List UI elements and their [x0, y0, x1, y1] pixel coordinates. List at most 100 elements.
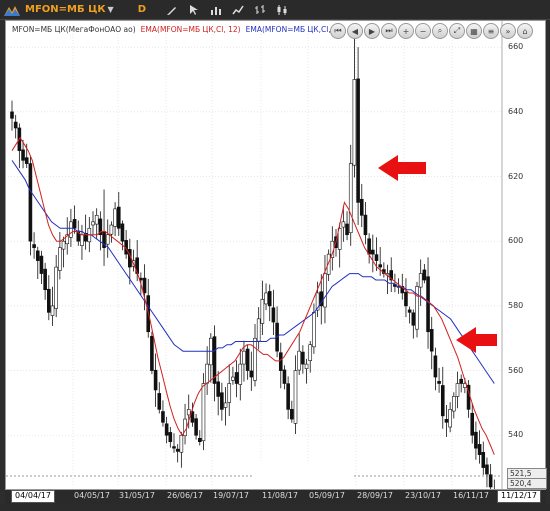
legend-ema12: EMA(MFON=МБ ЦК,Cl, 12): [140, 25, 241, 34]
prev-icon[interactable]: ◀: [347, 23, 363, 39]
candle-body: [94, 215, 99, 225]
x-tick-label: 19/07/17: [213, 491, 249, 500]
candle-body: [459, 378, 463, 384]
candle-body: [201, 383, 206, 442]
x-axis: 04/04/17 04/05/17 31/05/17 26/06/17 19/07/17…: [5, 490, 546, 504]
candle-body: [341, 221, 346, 228]
candle-body: [260, 299, 265, 324]
y-tick-label: 620: [508, 171, 524, 181]
candle-body: [80, 234, 84, 246]
x-tick-label: 11/08/17: [262, 491, 298, 500]
candle-body: [481, 452, 486, 468]
candle-body: [312, 312, 316, 348]
candlestick-icon[interactable]: [274, 3, 290, 17]
last-ref-label: 520,4: [507, 478, 547, 489]
y-tick-label: 580: [508, 300, 524, 310]
candle-body: [477, 444, 482, 455]
grid-icon[interactable]: ▦: [466, 23, 482, 39]
x-tick-label: 23/10/17: [405, 491, 441, 500]
ema12-line: [11, 136, 495, 455]
drawing-tools: [164, 3, 290, 17]
candle-body: [54, 266, 58, 309]
play-icon[interactable]: ▶: [364, 23, 380, 39]
candle-body: [91, 221, 95, 226]
candle-body: [50, 305, 55, 316]
x-tick-label: 04/05/17: [74, 491, 110, 500]
candle-body: [407, 309, 412, 313]
candle-body: [116, 206, 121, 229]
candles: [10, 37, 495, 489]
candle-body: [440, 385, 445, 417]
candle-body: [345, 223, 349, 236]
candle-body: [433, 355, 438, 378]
candle-body: [323, 273, 327, 308]
candle-body: [378, 264, 382, 268]
candle-body: [404, 291, 408, 307]
x-tick-label: 28/09/17: [357, 491, 393, 500]
zoom-in-icon[interactable]: +: [398, 23, 414, 39]
candle-body: [455, 383, 460, 397]
candle-body: [474, 431, 478, 449]
candle-body: [282, 369, 287, 384]
candle-body: [304, 363, 309, 369]
properties-icon[interactable]: ≡: [483, 23, 499, 39]
candle-body: [290, 408, 294, 420]
status-strip: [0, 504, 550, 511]
candle-body: [426, 276, 430, 333]
candle-body: [61, 240, 66, 250]
chart-nav-buttons: ⏮ ◀ ▶ ⏭ + − ⌕ ⤢ ▦ ≡ » ⌂: [330, 23, 533, 39]
price-chart[interactable]: [6, 21, 545, 489]
zoom-out-icon[interactable]: −: [415, 23, 431, 39]
candle-body: [13, 121, 18, 129]
candle-body: [168, 432, 173, 443]
candle-body: [220, 392, 224, 410]
blank-region: [252, 462, 352, 489]
candle-body: [47, 288, 51, 313]
candle-body: [245, 348, 250, 371]
candle-body: [32, 244, 36, 248]
period-selector[interactable]: D: [138, 4, 146, 15]
first-icon[interactable]: ⏮: [330, 23, 346, 39]
cursor-icon[interactable]: [186, 3, 202, 17]
candle-body: [242, 350, 246, 365]
ticker-label[interactable]: MFON=МБ ЦК: [25, 4, 106, 15]
candle-body: [267, 291, 272, 307]
x-tick-label: 31/05/17: [119, 491, 155, 500]
candle-body: [452, 396, 456, 412]
line-chart-icon[interactable]: [230, 3, 246, 17]
candle-body: [227, 383, 232, 403]
candle-body: [216, 381, 220, 397]
y-tick-label: 600: [508, 236, 524, 246]
fit-icon[interactable]: ⤢: [449, 23, 465, 39]
candle-body: [223, 402, 228, 408]
candle-body: [359, 198, 364, 216]
chart-panel[interactable]: MFON=МБ ЦК(МегаФонОАО ао) EMA(MFON=МБ ЦК…: [5, 20, 547, 490]
next-icon[interactable]: ⏭: [381, 23, 397, 39]
histogram-icon[interactable]: [208, 3, 224, 17]
search-zoom-icon[interactable]: ⌕: [432, 23, 448, 39]
candle-body: [172, 446, 176, 449]
chart-legend: MFON=МБ ЦК(МегаФонОАО ао) EMA(MFON=МБ ЦК…: [12, 25, 346, 34]
candle-body: [286, 383, 290, 410]
chevrons-icon[interactable]: »: [500, 23, 516, 39]
candle-body: [371, 249, 375, 255]
x-tick-label: 26/06/17: [167, 491, 203, 500]
candle-body: [35, 250, 40, 261]
pencil-icon[interactable]: [164, 3, 180, 17]
x-tick-label: 11/12/17: [497, 490, 541, 503]
candle-body: [488, 474, 493, 488]
candle-body: [444, 419, 449, 423]
candle-body: [179, 434, 184, 453]
candle-body: [39, 255, 44, 274]
candle-body: [105, 234, 110, 245]
candle-body: [109, 224, 114, 235]
candle-body: [437, 380, 441, 384]
candle-body: [142, 277, 147, 294]
candle-body: [161, 411, 165, 423]
ticker-dropdown-icon[interactable]: ▼: [108, 5, 114, 14]
candle-body: [278, 352, 283, 371]
bar-chart-icon[interactable]: [252, 3, 268, 17]
candle-body: [21, 149, 25, 161]
home-icon[interactable]: ⌂: [517, 23, 533, 39]
legend-main: MFON=МБ ЦК(МегаФонОАО ао): [12, 25, 136, 34]
